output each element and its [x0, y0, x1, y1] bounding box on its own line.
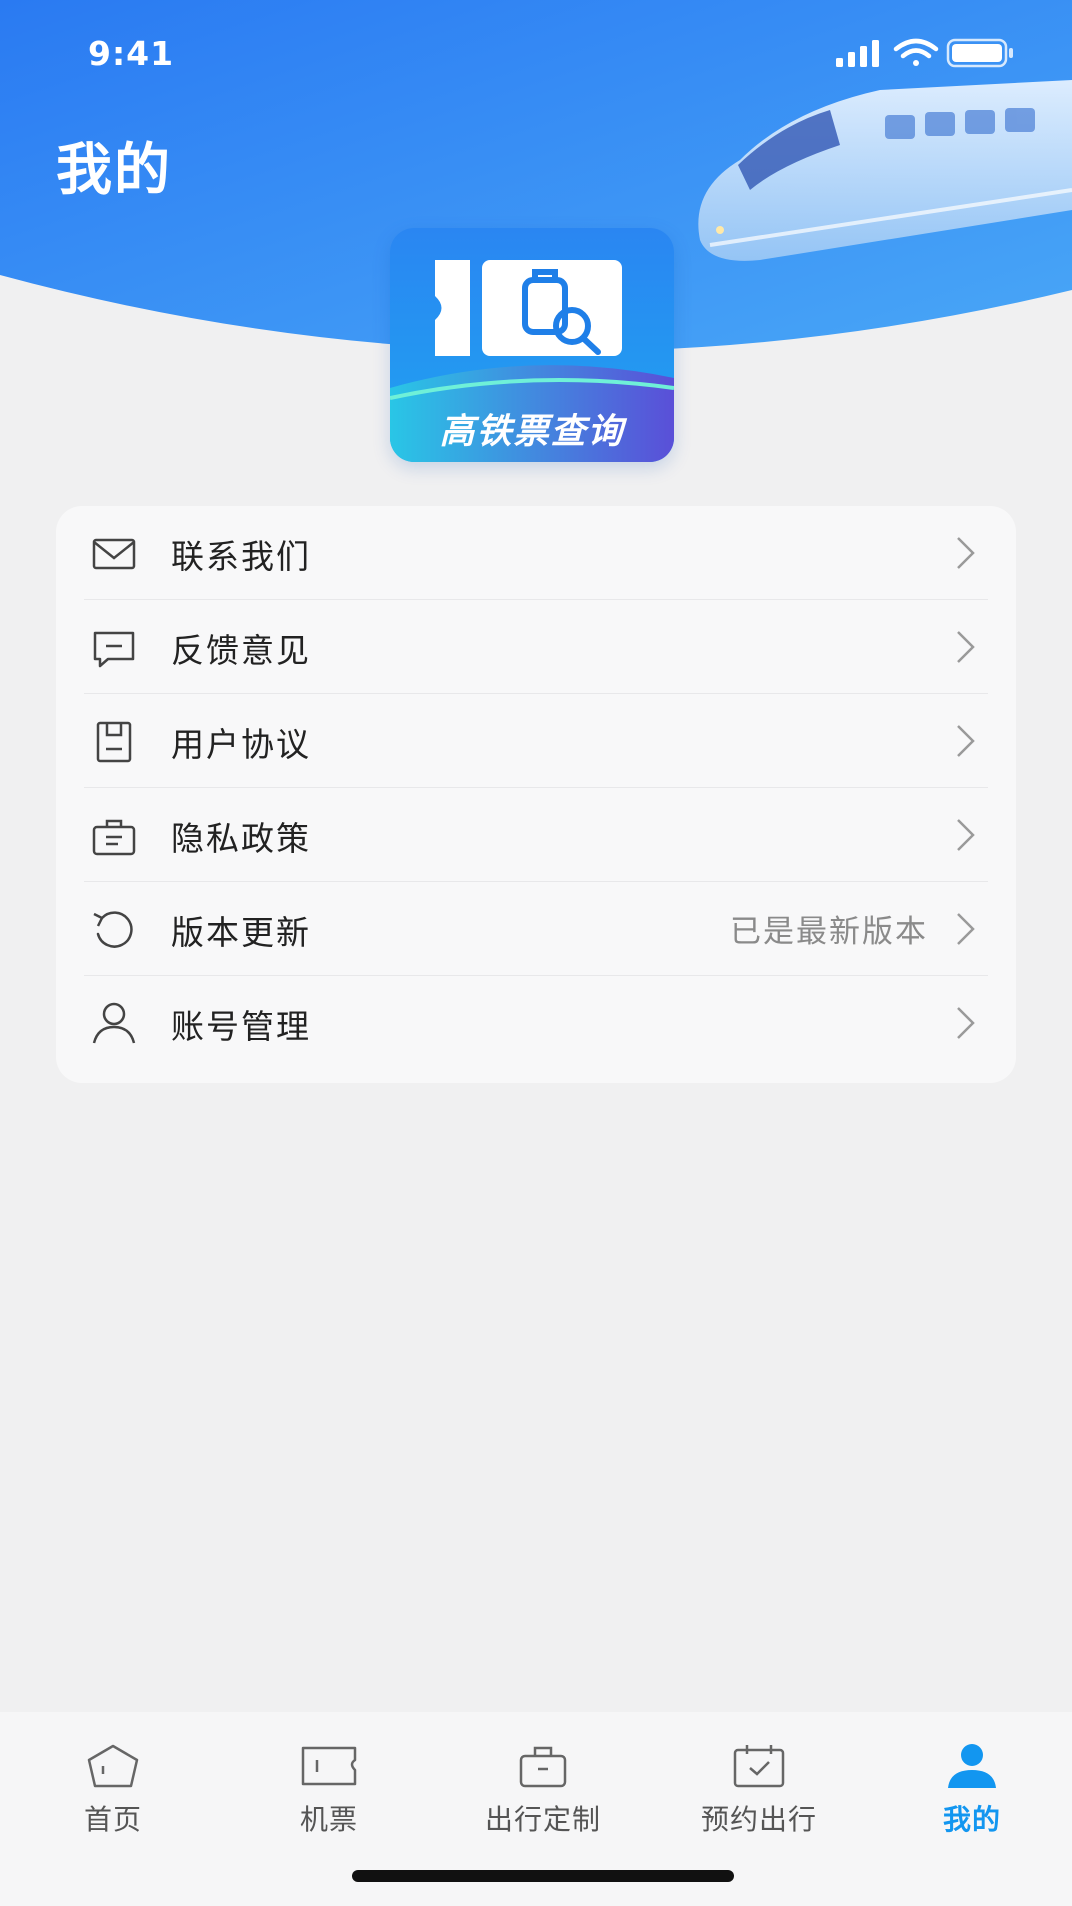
wifi-icon — [893, 38, 939, 66]
menu-label: 版本更新 — [171, 913, 311, 952]
menu-label: 账号管理 — [171, 1007, 311, 1046]
tab-label: 我的 — [942, 1803, 1001, 1836]
chevron-right-icon — [957, 631, 975, 663]
menu-label: 用户协议 — [171, 725, 311, 764]
menu-item-account-management[interactable]: 账号管理 — [56, 976, 1016, 1070]
menu-label: 隐私政策 — [171, 819, 311, 858]
document-icon — [96, 721, 132, 763]
tab-mine[interactable]: 我的 — [892, 1724, 1052, 1844]
signal-icon — [836, 40, 879, 67]
status-icons — [836, 38, 1013, 68]
tab-label: 出行定制 — [484, 1803, 601, 1836]
tab-label: 机票 — [299, 1803, 358, 1836]
logo-text: 高铁票查询 — [439, 412, 625, 452]
message-icon — [93, 631, 135, 668]
briefcase-icon — [92, 819, 136, 856]
battery-icon — [946, 38, 1013, 68]
chevron-right-icon — [957, 1007, 975, 1039]
train-illustration — [698, 80, 1072, 261]
menu-item-version-update[interactable]: 版本更新 已是最新版本 — [56, 882, 1016, 976]
menu-label: 反馈意见 — [171, 631, 311, 670]
tab-label: 首页 — [83, 1803, 142, 1836]
chevron-right-icon — [957, 913, 975, 945]
menu-item-user-agreement[interactable]: 用户协议 — [56, 694, 1016, 788]
menu-label: 联系我们 — [171, 537, 311, 576]
tab-flights[interactable]: 机票 — [249, 1724, 409, 1844]
chevron-right-icon — [957, 819, 975, 851]
chevron-right-icon — [957, 725, 975, 757]
menu-item-feedback[interactable]: 反馈意见 — [56, 600, 1016, 694]
tab-label: 预约出行 — [700, 1803, 817, 1836]
tab-home[interactable]: 首页 — [33, 1724, 193, 1844]
chevron-right-icon — [957, 537, 975, 569]
ticket-icon — [301, 1746, 357, 1786]
menu-item-contact-us[interactable]: 联系我们 — [56, 506, 1016, 600]
page-title: 我的 — [56, 138, 172, 203]
refresh-icon — [93, 911, 133, 948]
menu-card: 联系我们 反馈意见 用户协议 隐私政策 版本更新 已是最新版本 账号管理 — [56, 506, 1016, 1083]
home-icon — [87, 1744, 139, 1788]
tab-travel-custom[interactable]: 出行定制 — [463, 1724, 623, 1844]
calendar-check-icon — [733, 1745, 785, 1788]
status-time: 9:41 — [88, 34, 175, 73]
user-icon — [92, 1002, 136, 1044]
tab-scheduled-travel[interactable]: 预约出行 — [679, 1724, 839, 1844]
app-logo: 高铁票查询 — [390, 228, 674, 462]
home-indicator — [352, 1870, 734, 1882]
version-status: 已是最新版本 — [730, 914, 928, 950]
luggage-icon — [519, 1746, 567, 1788]
mail-icon — [92, 538, 136, 570]
menu-item-privacy-policy[interactable]: 隐私政策 — [56, 788, 1016, 882]
profile-icon — [948, 1744, 996, 1788]
ticket-icon — [435, 260, 622, 356]
